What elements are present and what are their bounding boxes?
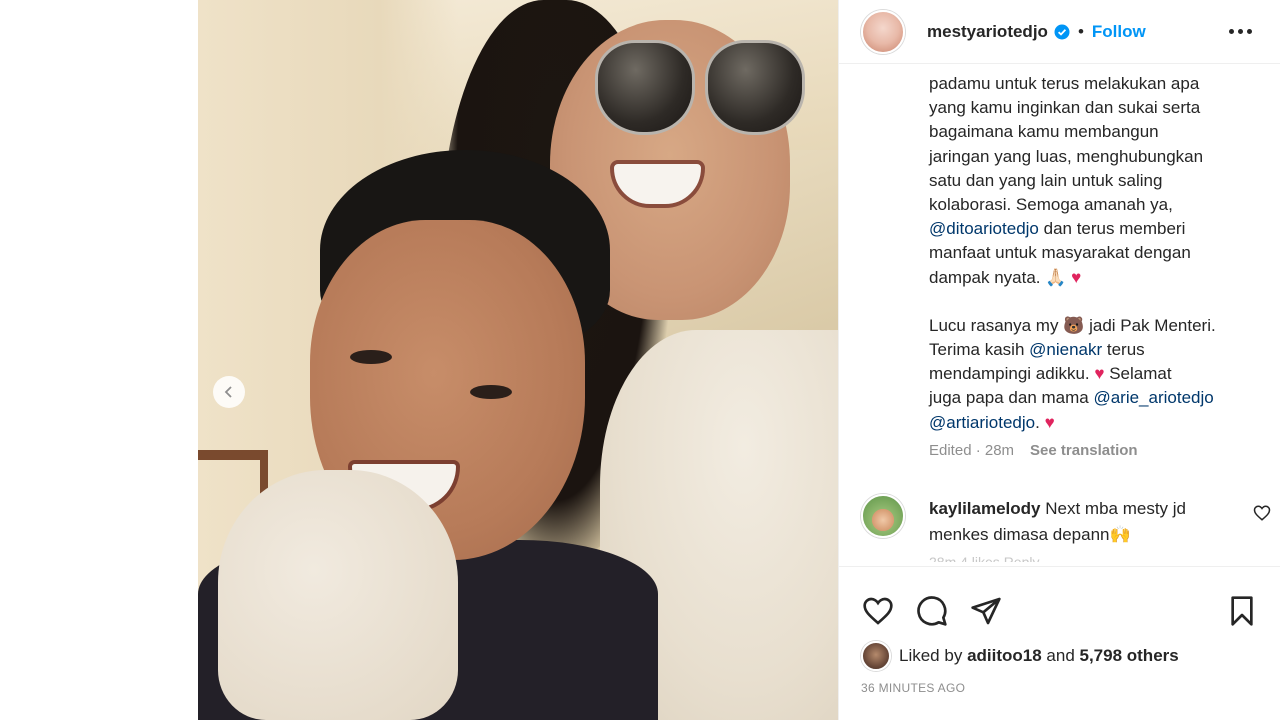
share-button[interactable] bbox=[969, 594, 1003, 628]
caption-line: yang kamu inginkan dan sukai serta bbox=[929, 98, 1201, 118]
follow-button[interactable]: Follow bbox=[1092, 22, 1146, 42]
caption-text: Terima kasih bbox=[929, 340, 1030, 360]
see-translation-link[interactable]: See translation bbox=[1030, 442, 1138, 459]
post-header: mestyariotedjo • Follow bbox=[839, 0, 1280, 64]
caption-text: terus bbox=[1102, 340, 1145, 360]
photo-woman-arm bbox=[218, 470, 458, 720]
bookmark-icon bbox=[1231, 596, 1253, 626]
caption-text: dan terus memberi bbox=[1038, 219, 1186, 239]
save-button[interactable] bbox=[1225, 594, 1259, 628]
caption-text: mendampingi adikku. bbox=[929, 364, 1095, 384]
likes-others-link[interactable]: 5,798 others bbox=[1080, 646, 1179, 666]
heart-emoji-icon: ♥ bbox=[1071, 267, 1082, 287]
caption-line: padamu untuk terus melakukan apa bbox=[929, 74, 1200, 93]
more-options-icon[interactable] bbox=[1223, 23, 1258, 40]
mention-link[interactable]: @artiariotedjo bbox=[929, 413, 1035, 432]
pray-emoji-icon: 🙏🏻 bbox=[1045, 267, 1067, 287]
caption-line: satu dan yang lain untuk saling bbox=[929, 170, 1163, 190]
caption-text: jadi Pak Menteri. bbox=[1084, 315, 1216, 335]
comment-button[interactable] bbox=[915, 594, 949, 628]
commenter-avatar[interactable] bbox=[861, 494, 905, 538]
send-icon bbox=[971, 597, 1001, 625]
carousel-prev-button[interactable] bbox=[213, 376, 245, 408]
caption-line: mendampingi adikku. ♥ Selamat bbox=[929, 362, 1259, 386]
photo-man-eye-right bbox=[470, 385, 512, 399]
comment-body: menkes dimasa depann bbox=[929, 525, 1110, 544]
photo-man-eye-left bbox=[350, 350, 392, 364]
caption-text: dampak nyata. bbox=[929, 267, 1046, 287]
heart-icon bbox=[863, 597, 893, 625]
likes-prefix: Liked by bbox=[899, 646, 963, 665]
likes-summary: Liked by adiitoo18 and 5,798 others bbox=[839, 637, 1280, 671]
edited-time: Edited · 28m bbox=[929, 442, 1015, 459]
heart-emoji-icon: ♥ bbox=[1094, 364, 1105, 384]
commenter-username[interactable]: kaylilamelody bbox=[929, 499, 1041, 518]
mention-link[interactable]: @nienakr bbox=[1029, 340, 1102, 359]
comment-like-heart-icon[interactable] bbox=[1253, 504, 1271, 522]
comment-text: kaylilamelody Next mba mesty jd menkes d… bbox=[929, 496, 1239, 548]
comment-body: Next mba mesty jd bbox=[1040, 499, 1187, 518]
caption-line: Lucu rasanya my 🐻 jadi Pak Menteri. bbox=[929, 314, 1259, 338]
mention-link[interactable]: @arie_ariotedjo bbox=[1093, 388, 1213, 407]
caption-line: bagaimana kamu membangun bbox=[929, 122, 1159, 142]
caption-line: jaringan yang luas, menghubungkan bbox=[929, 146, 1204, 166]
header-separator: • bbox=[1077, 21, 1084, 41]
chevron-left-icon bbox=[224, 386, 232, 398]
caption-line: Terima kasih @nienakr terus bbox=[929, 338, 1259, 362]
post-meta: Edited · 28m See translation bbox=[929, 442, 1138, 459]
caption-line: dampak nyata. 🙏🏻 ♥ bbox=[929, 266, 1259, 290]
post-actions-section: Liked by adiitoo18 and 5,798 others 36 M… bbox=[839, 566, 1280, 695]
caption-line: kolaborasi. Semoga amanah ya, bbox=[929, 195, 1173, 215]
comment-sub-meta: 28m 4 likes Reply bbox=[929, 554, 1040, 562]
verified-badge-icon bbox=[1054, 24, 1070, 39]
post-timestamp: 36 MINUTES AGO bbox=[861, 681, 966, 695]
raised-hands-emoji-icon: 🙌 bbox=[1109, 525, 1131, 544]
heart-emoji-icon: ♥ bbox=[1044, 412, 1055, 432]
caption-text: Selamat bbox=[1104, 364, 1172, 384]
caption-line: juga papa dan mama @arie_ariotedjo bbox=[929, 386, 1259, 410]
post-side-panel: mestyariotedjo • Follow padamu untuk ter… bbox=[838, 0, 1280, 720]
photo-sunglasses bbox=[595, 40, 805, 145]
caption-text: juga papa dan mama bbox=[929, 388, 1094, 408]
mention-link[interactable]: @ditoariotedjo bbox=[929, 219, 1039, 238]
bear-emoji-icon: 🐻 bbox=[1063, 315, 1085, 335]
caption-text: . bbox=[1035, 412, 1040, 432]
comment-icon bbox=[917, 596, 947, 626]
caption-text: Lucu rasanya my bbox=[929, 315, 1064, 335]
liker-username[interactable]: adiitoo18 bbox=[967, 646, 1042, 666]
post-caption: padamu untuk terus melakukan apa yang ka… bbox=[929, 72, 1259, 435]
liker-avatar[interactable] bbox=[861, 641, 891, 671]
author-avatar[interactable] bbox=[861, 9, 905, 54]
caption-line: @ditoariotedjo dan terus memberi bbox=[929, 217, 1259, 241]
author-username[interactable]: mestyariotedjo bbox=[927, 22, 1048, 42]
likes-middle: and bbox=[1041, 646, 1080, 665]
caption-line: manfaat untuk masyarakat dengan bbox=[929, 243, 1191, 263]
like-button[interactable] bbox=[861, 594, 895, 628]
caption-line: @artiariotedjo. ♥ bbox=[929, 411, 1259, 435]
action-bar bbox=[839, 567, 1280, 637]
